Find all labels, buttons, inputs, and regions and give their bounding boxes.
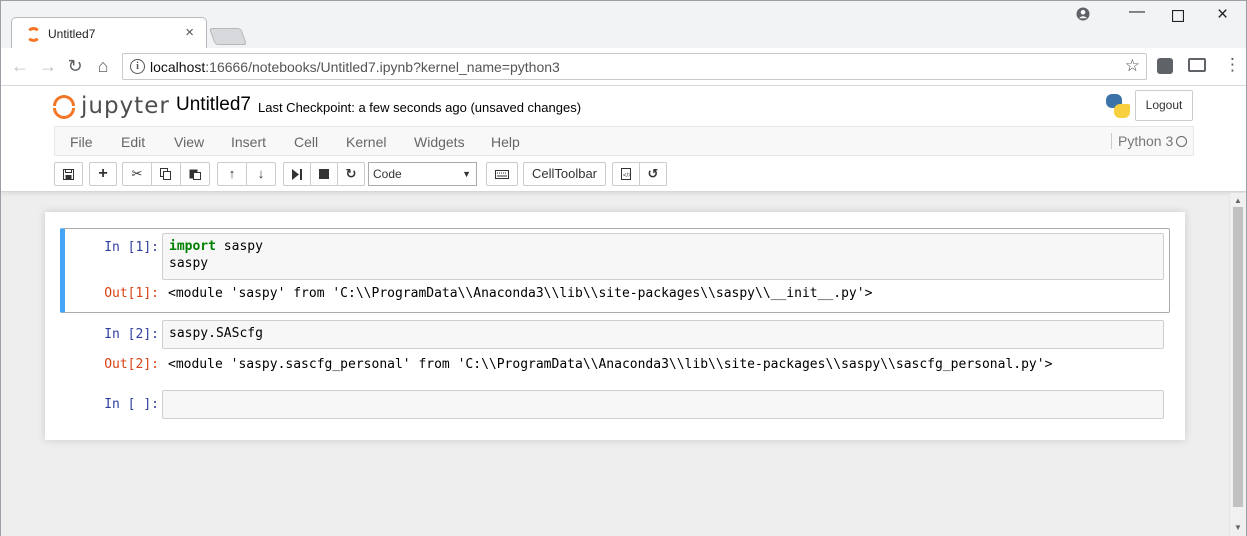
page-scrollbar[interactable]: ▲ ▼	[1229, 193, 1246, 536]
in-prompt: In [2]:	[104, 327, 159, 342]
scrollbar-thumb[interactable]	[1233, 207, 1243, 507]
code-text: saspy	[169, 256, 209, 271]
scroll-down-icon[interactable]: ▼	[1234, 523, 1242, 532]
code-text: saspy	[215, 239, 263, 254]
cast-icon[interactable]	[1188, 58, 1206, 72]
output-text: <module 'saspy.sascfg_personal' from 'C:…	[168, 357, 1053, 372]
minimize-icon[interactable]: —	[1129, 3, 1145, 21]
arrow-up-icon: ↑	[228, 166, 236, 181]
paste-icon	[189, 169, 201, 180]
command-palette-button[interactable]	[486, 162, 518, 186]
menu-file[interactable]: File	[70, 134, 93, 150]
celltoolbar-button[interactable]: CellToolbar	[523, 162, 606, 186]
move-down-button[interactable]: ↓	[246, 162, 276, 186]
jupyter-icon	[53, 95, 75, 119]
cell-type-value: Code	[373, 167, 402, 181]
scroll-up-icon[interactable]: ▲	[1234, 196, 1242, 205]
code-keyword: import	[169, 239, 216, 254]
browser-titlebar: Untitled7 × — ×	[0, 0, 1247, 49]
menu-insert[interactable]: Insert	[231, 134, 266, 150]
account-icon[interactable]	[1076, 7, 1090, 26]
star-icon[interactable]: ☆	[1125, 56, 1140, 76]
arrow-down-icon: ↓	[257, 166, 265, 181]
extension-icon[interactable]	[1157, 58, 1173, 74]
save-icon	[63, 169, 74, 180]
browser-tab[interactable]: Untitled7 ×	[11, 17, 207, 49]
step-forward-icon	[292, 169, 302, 180]
menu-kernel[interactable]: Kernel	[346, 134, 386, 150]
code-cell-1[interactable]: In [1]: import saspy saspy Out[1]: <modu…	[60, 228, 1170, 313]
restart-icon: ↻	[345, 166, 357, 181]
in-prompt: In [1]:	[104, 240, 159, 255]
keyboard-icon	[495, 170, 509, 179]
out-prompt: Out[2]:	[104, 357, 159, 372]
more-vertical-icon[interactable]: ⋮	[1224, 55, 1241, 75]
jupyter-icon	[26, 27, 41, 42]
menu-edit[interactable]: Edit	[121, 134, 145, 150]
code-input[interactable]: saspy.SAScfg	[162, 320, 1164, 349]
close-icon[interactable]: ×	[1217, 4, 1228, 26]
notebook-container: In [1]: import saspy saspy Out[1]: <modu…	[45, 212, 1185, 440]
dropdown-caret-icon: ▼	[462, 169, 471, 179]
run-button[interactable]	[283, 162, 311, 186]
code-input[interactable]	[162, 390, 1164, 419]
add-cell-button[interactable]: +	[89, 162, 117, 186]
info-icon[interactable]: i	[130, 59, 145, 74]
arrow-left-icon[interactable]: ←	[9, 56, 31, 76]
history-icon: ↺	[647, 166, 659, 181]
maximize-icon[interactable]	[1171, 9, 1185, 27]
stop-icon	[319, 169, 329, 179]
address-bar: ← → ↻ ⌂ i localhost:16666/notebooks/Unti…	[0, 48, 1247, 86]
output-text: <module 'saspy' from 'C:\\ProgramData\\A…	[168, 286, 873, 301]
code-cell-3[interactable]: In [ ]:	[65, 386, 1170, 422]
code-input[interactable]: import saspy saspy	[162, 233, 1164, 280]
logo-text: jupyter	[81, 93, 170, 119]
tab-title: Untitled7	[48, 27, 96, 41]
interrupt-button[interactable]	[310, 162, 338, 186]
reload-icon[interactable]: ↻	[64, 56, 86, 76]
restart-button[interactable]: ↻	[337, 162, 365, 186]
menu-view[interactable]: View	[174, 134, 204, 150]
kernel-idle-icon	[1176, 136, 1187, 147]
kernel-name: Python 3	[1111, 133, 1173, 149]
presentation-icon: </>	[621, 168, 632, 180]
close-icon[interactable]: ×	[185, 24, 194, 41]
in-prompt: In [ ]:	[104, 397, 159, 412]
cut-button[interactable]: ✂	[122, 162, 152, 186]
copy-button[interactable]	[151, 162, 181, 186]
url-input[interactable]: i localhost:16666/notebooks/Untitled7.ip…	[122, 53, 1147, 80]
menu-bar: File Edit View Insert Cell Kernel Widget…	[54, 126, 1194, 156]
move-up-button[interactable]: ↑	[217, 162, 247, 186]
out-prompt: Out[1]:	[104, 286, 159, 301]
copy-icon	[160, 168, 171, 180]
svg-text:</>: </>	[623, 173, 631, 179]
window-border	[0, 48, 1, 536]
presentation-button[interactable]: </>	[612, 162, 640, 186]
history-button[interactable]: ↺	[639, 162, 667, 186]
home-icon[interactable]: ⌂	[92, 56, 114, 76]
menu-cell[interactable]: Cell	[294, 134, 318, 150]
cut-icon: ✂	[131, 166, 143, 181]
menu-widgets[interactable]: Widgets	[414, 134, 465, 150]
checkpoint-status: Last Checkpoint: a few seconds ago (unsa…	[258, 100, 582, 115]
new-tab-button[interactable]	[208, 28, 248, 45]
menu-help[interactable]: Help	[491, 134, 520, 150]
jupyter-header: jupyter Untitled7 Last Checkpoint: a few…	[1, 86, 1246, 192]
python-icon	[1104, 92, 1132, 120]
cell-type-select[interactable]: Code ▼	[368, 162, 477, 186]
code-cell-2[interactable]: In [2]: saspy.SAScfg Out[2]: <module 'sa…	[65, 316, 1170, 382]
plus-icon: +	[98, 165, 108, 182]
notebook-toolbar: + ✂ ↑ ↓ ↻ Code ▼ CellToolbar </> ↺	[54, 162, 1194, 186]
save-button[interactable]	[54, 162, 83, 186]
arrow-right-icon[interactable]: →	[37, 56, 59, 76]
url-text: localhost:16666/notebooks/Untitled7.ipyn…	[150, 59, 560, 75]
notebook-title[interactable]: Untitled7	[176, 94, 251, 116]
paste-button[interactable]	[180, 162, 210, 186]
logout-button[interactable]: Logout	[1135, 90, 1193, 121]
